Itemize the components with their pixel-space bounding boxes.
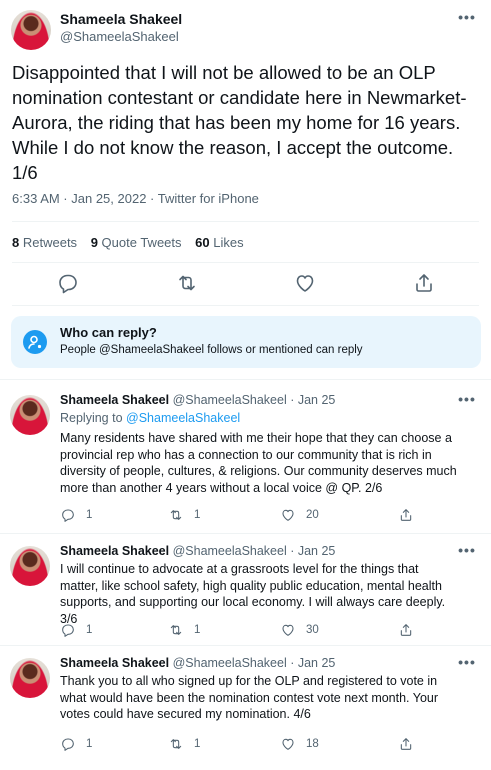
reply-header: Shameela Shakeel @ShameelaShakeel · Jan … [60, 544, 335, 558]
who-can-reply-subtitle: People @ShameelaShakeel follows or menti… [60, 344, 363, 356]
more-options-icon[interactable]: ••• [457, 391, 477, 407]
retweet-count[interactable]: 1 [168, 736, 200, 752]
tweet-timestamp[interactable]: 6:33 AM · Jan 25, 2022 · Twitter for iPh… [12, 191, 259, 206]
tweet-text: Disappointed that I will not be allowed … [12, 62, 467, 183]
author-name[interactable]: Shameela Shakeel [60, 11, 182, 27]
reply-icon[interactable] [60, 507, 76, 523]
retweet-icon[interactable] [168, 507, 184, 523]
reply-header: Shameela Shakeel @ShameelaShakeel · Jan … [60, 393, 335, 407]
author-avatar[interactable] [11, 10, 51, 50]
share-icon[interactable] [398, 736, 414, 752]
reply-icon[interactable] [56, 271, 80, 295]
retweet-icon[interactable] [168, 736, 184, 752]
reply-count[interactable]: 1 [60, 736, 92, 752]
reply-tweet[interactable]: Shameela Shakeel @ShameelaShakeel · Jan … [0, 654, 491, 770]
replying-to-link[interactable]: @ShameelaShakeel [126, 411, 240, 425]
who-can-reply-box: Who can reply? People @ShameelaShakeel f… [11, 316, 481, 368]
person-mention-icon [23, 330, 47, 354]
share-button[interactable] [398, 507, 414, 523]
reply-tweet[interactable]: Shameela Shakeel @ShameelaShakeel · Jan … [0, 391, 491, 533]
more-options-icon[interactable]: ••• [457, 9, 477, 25]
retweet-count[interactable]: 1 [168, 507, 200, 523]
reply-count[interactable]: 1 [60, 622, 92, 638]
reply-icon[interactable] [60, 622, 76, 638]
reply-avatar[interactable] [10, 658, 50, 698]
replying-to: Replying to @ShameelaShakeel [60, 411, 241, 425]
share-button[interactable] [398, 622, 414, 638]
retweet-icon[interactable] [175, 271, 199, 295]
like-icon[interactable] [293, 271, 317, 295]
reply-actions: 1 1 18 [60, 736, 480, 754]
who-can-reply-title: Who can reply? [60, 325, 157, 340]
more-options-icon[interactable]: ••• [457, 542, 477, 558]
divider [12, 262, 479, 263]
reply-text: Many residents have shared with me their… [60, 431, 457, 495]
divider [0, 645, 491, 646]
tweet-actions [0, 271, 491, 299]
like-count[interactable]: 30 [280, 622, 319, 638]
reply-avatar[interactable] [10, 546, 50, 586]
more-options-icon[interactable]: ••• [457, 654, 477, 670]
retweet-icon[interactable] [168, 622, 184, 638]
share-icon[interactable] [398, 507, 414, 523]
retweet-count[interactable]: 1 [168, 622, 200, 638]
reply-header: Shameela Shakeel @ShameelaShakeel · Jan … [60, 656, 335, 670]
tweet-stats: 8 Retweets 9 Quote Tweets 60 Likes [12, 235, 254, 250]
reply-author-name[interactable]: Shameela Shakeel [60, 656, 169, 670]
reply-icon[interactable] [60, 736, 76, 752]
divider [12, 221, 479, 222]
reply-handle-date[interactable]: @ShameelaShakeel · Jan 25 [173, 393, 336, 407]
retweets-stat[interactable]: 8 Retweets [12, 235, 77, 250]
divider [0, 533, 491, 534]
reply-count[interactable]: 1 [60, 507, 92, 523]
divider [12, 305, 479, 306]
likes-stat[interactable]: 60 Likes [195, 235, 243, 250]
reply-actions: 1 1 20 [60, 507, 480, 525]
reply-handle-date[interactable]: @ShameelaShakeel · Jan 25 [173, 544, 336, 558]
share-icon[interactable] [398, 622, 414, 638]
divider [0, 379, 491, 380]
quote-tweets-stat[interactable]: 9 Quote Tweets [91, 235, 182, 250]
reply-avatar[interactable] [10, 395, 50, 435]
reply-text: Thank you to all who signed up for the O… [60, 674, 439, 721]
reply-author-name[interactable]: Shameela Shakeel [60, 544, 169, 558]
reply-handle-date[interactable]: @ShameelaShakeel · Jan 25 [173, 656, 336, 670]
like-icon[interactable] [280, 736, 296, 752]
like-count[interactable]: 20 [280, 507, 319, 523]
reply-text: I will continue to advocate at a grassro… [60, 562, 446, 626]
reply-author-name[interactable]: Shameela Shakeel [60, 393, 169, 407]
reply-actions: 1 1 30 [60, 622, 480, 640]
share-icon[interactable] [412, 271, 436, 295]
author-handle[interactable]: @ShameelaShakeel [60, 29, 179, 44]
like-count[interactable]: 18 [280, 736, 319, 752]
like-icon[interactable] [280, 507, 296, 523]
reply-tweet[interactable]: Shameela Shakeel @ShameelaShakeel · Jan … [0, 542, 491, 654]
like-icon[interactable] [280, 622, 296, 638]
share-button[interactable] [398, 736, 414, 752]
